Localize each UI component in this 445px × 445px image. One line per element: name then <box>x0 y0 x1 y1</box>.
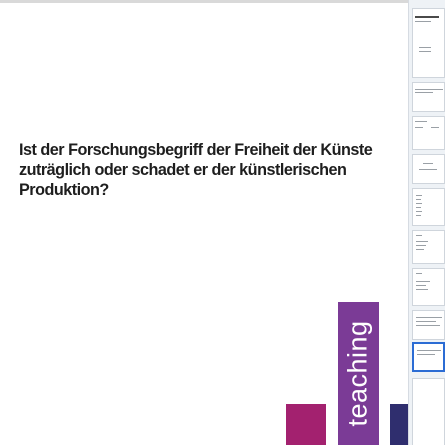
slide-thumbnail[interactable] <box>412 230 445 264</box>
slide-thumbnail[interactable] <box>412 378 445 445</box>
teaching-label: teaching <box>343 320 373 427</box>
slide-thumbnail[interactable] <box>412 188 445 226</box>
teaching-label-container: teaching <box>338 302 379 445</box>
slide-thumbnail[interactable] <box>412 154 445 184</box>
slide-thumbnail[interactable] <box>412 8 445 78</box>
slide-thumbnail[interactable] <box>412 268 445 306</box>
brand-block-magenta <box>286 404 326 445</box>
slide-question-text: Ist der Forschungsbegriff der Freiheit d… <box>19 141 373 199</box>
slide-thumbnail[interactable] <box>412 310 445 340</box>
slide-thumbnail[interactable] <box>412 116 445 150</box>
slide-thumbnail[interactable] <box>412 82 445 112</box>
slide-thumbnail-selected[interactable] <box>412 342 445 372</box>
presentation-viewport: Ist der Forschungsbegriff der Freiheit d… <box>0 0 445 445</box>
